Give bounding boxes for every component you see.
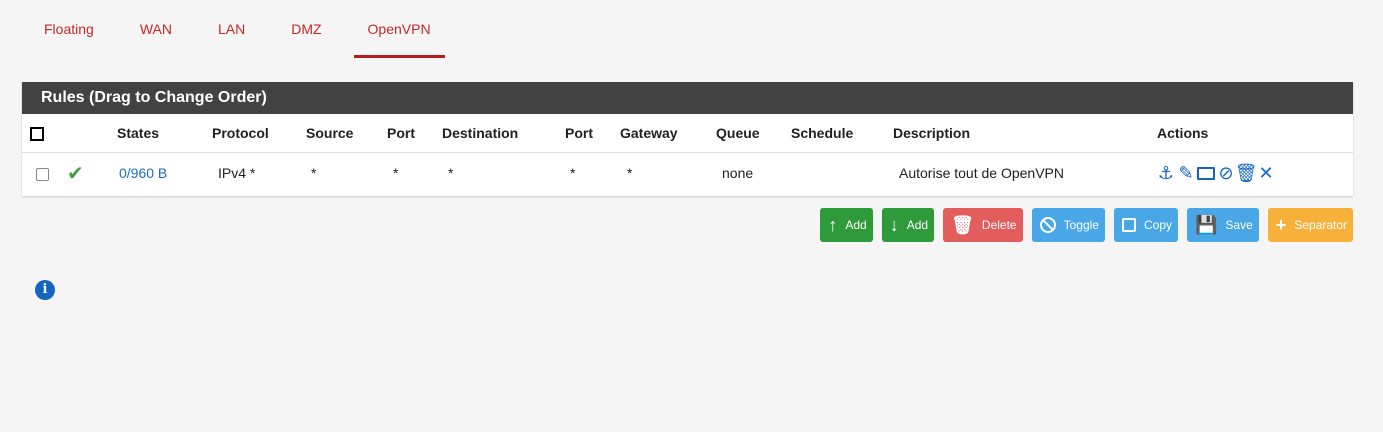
separator-button[interactable]: + Separator (1267, 208, 1353, 242)
button-bar: ↑ Add ↓ Add 🗑 Delete Toggle Copy 💾 Save … (820, 208, 1353, 242)
row-gateway: * (627, 165, 633, 181)
row-schedule (791, 153, 893, 194)
save-button[interactable]: 💾 Save (1187, 208, 1259, 242)
anchor-icon[interactable]: ⚓ (1157, 163, 1175, 184)
ban-icon (1039, 217, 1056, 233)
row-source-port: * (393, 165, 399, 181)
header-queue: Queue (716, 114, 791, 153)
row-dest-port: * (570, 165, 576, 181)
tab-wan[interactable]: WAN (126, 0, 186, 58)
header-gateway: Gateway (620, 114, 716, 153)
header-states: States (117, 114, 212, 153)
row-destination: * (448, 165, 454, 181)
header-actions: Actions (1157, 114, 1353, 153)
arrow-down-icon: ↓ (889, 214, 899, 235)
header-destination: Destination (442, 114, 565, 153)
row-description: Autorise tout de OpenVPN (899, 165, 1064, 181)
rules-table: States Protocol Source Port Destination … (22, 114, 1353, 193)
info-icon[interactable]: i (35, 280, 55, 300)
header-source: Source (306, 114, 387, 153)
copy-icon (1121, 218, 1136, 232)
tab-dmz[interactable]: DMZ (277, 0, 335, 58)
row-queue: none (722, 165, 754, 181)
row-source: * (311, 165, 317, 181)
select-all-checkbox[interactable] (22, 114, 67, 153)
header-status (67, 114, 117, 153)
tab-openvpn[interactable]: OpenVPN (353, 0, 445, 58)
header-dest-port: Port (565, 114, 620, 153)
tab-floating[interactable]: Floating (30, 0, 108, 58)
add-bottom-button[interactable]: ↓ Add (881, 208, 935, 242)
tab-lan[interactable]: LAN (204, 0, 259, 58)
save-icon: 💾 (1195, 214, 1218, 235)
tab-bar: Floating WAN LAN DMZ OpenVPN (30, 0, 463, 58)
times-icon[interactable]: ✕ (1257, 163, 1275, 184)
table-header-row: States Protocol Source Port Destination … (22, 114, 1353, 153)
rules-panel: Rules (Drag to Change Order) States Prot… (22, 82, 1353, 196)
enabled-check-icon: ✔ (67, 162, 84, 185)
table-row[interactable]: ✔ 0/960 B IPv4 * * * * * * none Autorise… (22, 153, 1353, 194)
copy-icon[interactable] (1197, 166, 1215, 180)
pencil-icon[interactable]: ✎ (1177, 163, 1195, 184)
trash-icon[interactable]: 🗑 (1235, 163, 1258, 184)
header-schedule: Schedule (791, 114, 893, 153)
header-description: Description (893, 114, 1157, 153)
copy-button[interactable]: Copy (1113, 208, 1178, 242)
arrow-up-icon: ↑ (828, 214, 838, 235)
add-top-button[interactable]: ↑ Add (820, 208, 873, 242)
ban-icon[interactable]: ⊘ (1217, 163, 1235, 184)
row-actions: ⚓ ✎ ⊘ 🗑 ✕ (1157, 153, 1353, 194)
delete-button[interactable]: 🗑 Delete (943, 208, 1023, 242)
trash-icon: 🗑 (951, 214, 974, 235)
plus-icon: + (1275, 214, 1287, 235)
panel-title: Rules (Drag to Change Order) (22, 82, 1353, 114)
header-source-port: Port (387, 114, 442, 153)
header-protocol: Protocol (212, 114, 306, 153)
row-states[interactable]: 0/960 B (117, 153, 212, 194)
toggle-button[interactable]: Toggle (1031, 208, 1105, 242)
row-checkbox[interactable] (22, 153, 67, 194)
row-protocol: IPv4 * (218, 165, 256, 181)
